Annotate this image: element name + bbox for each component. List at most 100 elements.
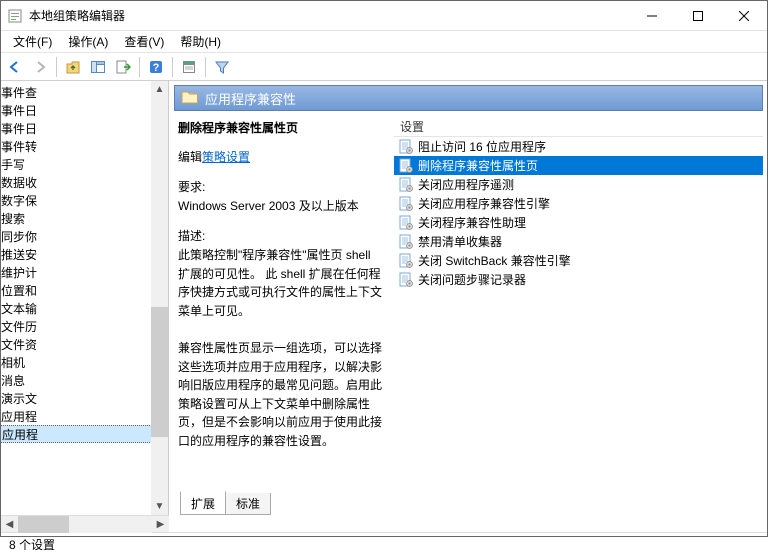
- setting-row[interactable]: 关闭应用程序遥测: [394, 175, 763, 194]
- tree-item[interactable]: 文本输: [1, 299, 168, 317]
- list-header[interactable]: 设置: [394, 115, 763, 137]
- description-body: 此策略控制"程序兼容性"属性页 shell 扩展的可见性。 此 shell 扩展…: [178, 246, 384, 451]
- tree-item-label: 维护计: [1, 264, 37, 281]
- tree-item[interactable]: 手写: [1, 155, 168, 173]
- export-button[interactable]: [111, 55, 135, 79]
- scroll-up-icon[interactable]: ▲: [151, 81, 168, 98]
- tree-hscrollbar[interactable]: ◀ ▶: [1, 515, 169, 532]
- tree-item-label: 同步你: [1, 228, 37, 245]
- tree-item[interactable]: 消息: [1, 371, 168, 389]
- scroll-left-icon[interactable]: ◀: [1, 516, 18, 533]
- close-button[interactable]: [721, 1, 767, 31]
- setting-label: 禁用清单收集器: [418, 233, 502, 250]
- minimize-button[interactable]: [629, 1, 675, 31]
- menu-file[interactable]: 文件(F): [5, 31, 60, 52]
- tree-item-label: 文件资: [1, 336, 37, 353]
- edit-prefix: 编辑: [178, 150, 202, 164]
- titlebar: 本地组策略编辑器: [1, 1, 767, 31]
- content-header-title: 应用程序兼容性: [205, 89, 296, 108]
- content-pane: 应用程序兼容性 删除程序兼容性属性页 编辑策略设置 要求: Windows Se…: [169, 81, 767, 515]
- description-column: 删除程序兼容性属性页 编辑策略设置 要求: Windows Server 200…: [174, 113, 394, 489]
- tree-item[interactable]: ˃位置和: [1, 281, 168, 299]
- edit-policy-link[interactable]: 策略设置: [202, 150, 250, 164]
- menu-help[interactable]: 帮助(H): [172, 31, 229, 52]
- scroll-thumb[interactable]: [151, 307, 168, 437]
- tree-item[interactable]: ˃数据收: [1, 173, 168, 191]
- setting-row[interactable]: 关闭 SwitchBack 兼容性引擎: [394, 251, 763, 270]
- tree-item[interactable]: 推送安: [1, 245, 168, 263]
- policy-title: 删除程序兼容性属性页: [178, 119, 384, 138]
- tree-item-label: 推送安: [1, 246, 37, 263]
- tree-item-label: 数字保: [1, 192, 37, 209]
- scroll-down-icon[interactable]: ▼: [151, 498, 168, 515]
- setting-icon: [398, 215, 414, 231]
- tree-item-label: 位置和: [1, 282, 37, 299]
- show-hide-tree-button[interactable]: [86, 55, 110, 79]
- setting-icon: [398, 158, 414, 174]
- setting-label: 关闭程序兼容性助理: [418, 214, 526, 231]
- col-setting[interactable]: 设置: [394, 115, 430, 136]
- tree-pane: ˃事件查˃事件日事件日事件转手写˃数据收数字保搜索同步你推送安维护计˃位置和文本…: [1, 81, 169, 515]
- menubar: 文件(F) 操作(A) 查看(V) 帮助(H): [1, 31, 767, 53]
- tree-item-label: 演示文: [1, 390, 37, 407]
- folder-open-icon: [181, 89, 199, 107]
- properties-button[interactable]: [177, 55, 201, 79]
- help-button[interactable]: ?: [144, 55, 168, 79]
- setting-row[interactable]: 删除程序兼容性属性页: [394, 156, 763, 175]
- separator: [139, 57, 140, 77]
- setting-row[interactable]: 阻止访问 16 位应用程序: [394, 137, 763, 156]
- tree-item-label: 事件日: [1, 102, 37, 119]
- tree-item-label: 事件转: [1, 138, 37, 155]
- tree-item[interactable]: 相机: [1, 353, 168, 371]
- tree-item-label: 文本输: [1, 300, 37, 317]
- scroll-thumb[interactable]: [18, 516, 69, 533]
- setting-label: 关闭应用程序兼容性引擎: [418, 195, 550, 212]
- tree-item[interactable]: ˃应用程: [1, 407, 168, 425]
- window-title: 本地组策略编辑器: [29, 7, 629, 24]
- tree-item-label: 应用程: [1, 408, 37, 425]
- filter-button[interactable]: [210, 55, 234, 79]
- tree-item[interactable]: 演示文: [1, 389, 168, 407]
- tree-item[interactable]: ˃事件查: [1, 83, 168, 101]
- content-header: 应用程序兼容性: [174, 85, 763, 111]
- up-button[interactable]: [61, 55, 85, 79]
- tree-item[interactable]: 搜索: [1, 209, 168, 227]
- requirements-value: Windows Server 2003 及以上版本: [178, 197, 384, 216]
- tab-extended[interactable]: 扩展: [180, 491, 226, 515]
- menu-view[interactable]: 查看(V): [116, 31, 172, 52]
- tree-item-label: 应用程: [2, 426, 38, 443]
- setting-label: 删除程序兼容性属性页: [418, 157, 538, 174]
- tree-item[interactable]: 事件转: [1, 137, 168, 155]
- separator: [56, 57, 57, 77]
- setting-row[interactable]: 关闭应用程序兼容性引擎: [394, 194, 763, 213]
- tree-item[interactable]: 数字保: [1, 191, 168, 209]
- setting-icon: [398, 139, 414, 155]
- tree-item[interactable]: 文件历: [1, 317, 168, 335]
- tree-item[interactable]: 事件日: [1, 119, 168, 137]
- tree-item[interactable]: 维护计: [1, 263, 168, 281]
- tree-item-label: 搜索: [1, 210, 25, 227]
- tree-item[interactable]: 同步你: [1, 227, 168, 245]
- maximize-button[interactable]: [675, 1, 721, 31]
- tree-item[interactable]: ˃事件日: [1, 101, 168, 119]
- setting-label: 关闭 SwitchBack 兼容性引擎: [418, 252, 571, 269]
- tree-item-label: 消息: [1, 372, 25, 389]
- tree-item[interactable]: 应用程: [1, 425, 168, 443]
- back-button[interactable]: [3, 55, 27, 79]
- scroll-right-icon[interactable]: ▶: [152, 516, 169, 533]
- tree-vscrollbar[interactable]: ▲ ▼: [151, 81, 168, 515]
- setting-row[interactable]: 关闭问题步骤记录器: [394, 270, 763, 289]
- separator: [172, 57, 173, 77]
- setting-row[interactable]: 关闭程序兼容性助理: [394, 213, 763, 232]
- setting-row[interactable]: 禁用清单收集器: [394, 232, 763, 251]
- setting-label: 阻止访问 16 位应用程序: [418, 138, 546, 155]
- forward-button[interactable]: [28, 55, 52, 79]
- tree-item[interactable]: ˃文件资: [1, 335, 168, 353]
- toolbar: ?: [1, 53, 767, 81]
- setting-icon: [398, 253, 414, 269]
- tab-standard[interactable]: 标准: [225, 493, 271, 515]
- setting-icon: [398, 234, 414, 250]
- requirements-heading: 要求:: [178, 178, 384, 197]
- tree-item-label: 事件查: [1, 84, 37, 101]
- menu-action[interactable]: 操作(A): [60, 31, 116, 52]
